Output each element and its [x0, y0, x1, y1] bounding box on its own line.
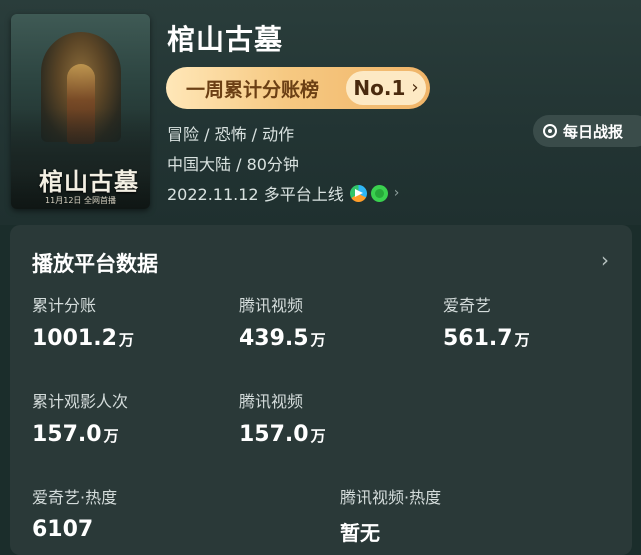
stat-label-total-viewers: 累计观影人次 [32, 392, 129, 411]
release-text: 2022.11.12 多平台上线 [167, 185, 344, 204]
daily-report-label: 每日战报 [563, 122, 624, 141]
stat-number: 1001.2 [32, 326, 117, 351]
weekly-rank-button[interactable]: 一周累计分账榜 No.1 › [166, 67, 430, 109]
stat-unit: 万 [514, 331, 530, 349]
stat-number: 暂无 [340, 521, 380, 545]
platform-data-card: 播放平台数据 › 累计分账 1001.2 万 腾讯视频 439.5 万 爱奇艺 56… [10, 225, 632, 555]
movie-poster[interactable]: 棺山古墓 11月12日 全网首播 [11, 14, 150, 209]
movie-title: 棺山古墓 [167, 23, 284, 56]
stat-label-tencent-heat: 腾讯视频·热度 [340, 488, 442, 507]
stat-unit: 万 [103, 427, 119, 445]
stat-number: 157.0 [239, 422, 309, 447]
rank-value: No.1 [353, 76, 406, 100]
stat-value-total-revenue: 1001.2 万 [32, 326, 134, 351]
stat-value-total-viewers: 157.0 万 [32, 422, 119, 447]
stat-value-tencent-heat: 暂无 [340, 517, 382, 546]
chevron-right-icon[interactable]: › [601, 248, 609, 272]
stat-number: 439.5 [239, 326, 309, 351]
stat-label-tencent-viewers: 腾讯视频 [239, 392, 304, 411]
tencent-video-icon [349, 184, 367, 202]
stat-number: 6107 [32, 517, 94, 542]
stat-value-tencent-viewers: 157.0 万 [239, 422, 326, 447]
poster-title: 棺山古墓 [39, 167, 139, 196]
report-icon [543, 124, 557, 138]
stat-value-iqiyi-revenue: 561.7 万 [443, 326, 530, 351]
stat-number: 157.0 [32, 422, 102, 447]
stat-value-iqiyi-heat: 6107 [32, 517, 95, 542]
movie-region-runtime: 中国大陆 / 80分钟 [167, 155, 299, 174]
chevron-right-icon: › [393, 185, 400, 201]
rank-label: 一周累计分账榜 [186, 78, 320, 101]
movie-genres: 冒险 / 恐怖 / 动作 [167, 125, 295, 144]
stat-label-iqiyi-revenue: 爱奇艺 [443, 296, 492, 315]
stat-number: 561.7 [443, 326, 513, 351]
poster-date: 11月12日 全网首播 [45, 196, 116, 205]
chevron-right-icon: › [411, 77, 419, 98]
stat-value-tencent-revenue: 439.5 万 [239, 326, 326, 351]
movie-release-platforms[interactable]: 2022.11.12 多平台上线 › [167, 181, 399, 205]
movie-header: 棺山古墓 11月12日 全网首播 棺山古墓 一周累计分账榜 No.1 › 冒险 … [0, 0, 641, 225]
rank-value-badge: No.1 › [346, 71, 426, 105]
card-title: 播放平台数据 [32, 252, 158, 276]
stat-label-iqiyi-heat: 爱奇艺·热度 [32, 488, 118, 507]
iqiyi-icon [370, 184, 388, 202]
stat-label-tencent-revenue: 腾讯视频 [239, 296, 304, 315]
stat-unit: 万 [310, 427, 326, 445]
stat-unit: 万 [310, 331, 326, 349]
stat-unit: 万 [118, 331, 134, 349]
daily-report-button[interactable]: 每日战报 [533, 115, 641, 147]
stat-label-total-revenue: 累计分账 [32, 296, 97, 315]
